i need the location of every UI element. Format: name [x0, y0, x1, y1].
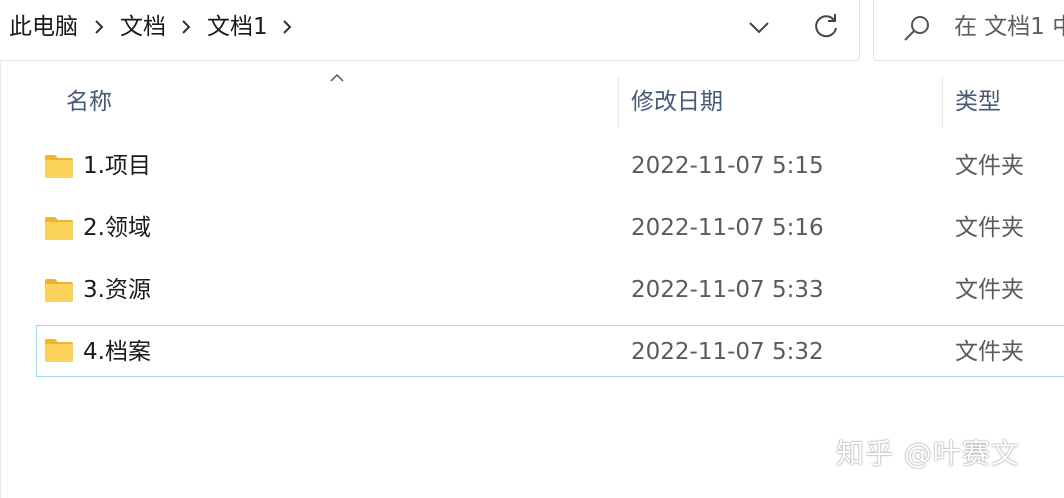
search-input[interactable]: 在 文档1 中 — [954, 12, 1064, 42]
file-row[interactable]: 2.领域 2022-11-07 5:16 文件夹 — [36, 203, 1064, 255]
chevron-down-icon[interactable] — [738, 6, 780, 48]
watermark: 知乎 @叶赛文 — [836, 437, 1020, 470]
chevron-right-icon[interactable] — [93, 20, 105, 34]
folder-icon — [45, 155, 73, 178]
file-type: 文件夹 — [955, 339, 1024, 365]
address-bar[interactable]: 此电脑 文档 文档1 — [0, 0, 860, 61]
sort-ascending-icon — [330, 73, 344, 82]
chevron-right-icon[interactable] — [180, 20, 192, 34]
breadcrumb-item-documents1[interactable]: 文档1 — [207, 12, 268, 42]
breadcrumb-item-documents[interactable]: 文档 — [120, 12, 166, 42]
search-box[interactable]: 在 文档1 中 — [873, 0, 1064, 61]
file-row-selected[interactable]: 4.档案 2022-11-07 5:32 文件夹 — [36, 325, 1064, 377]
chevron-right-icon[interactable] — [281, 20, 293, 34]
file-name: 2.领域 — [83, 215, 151, 241]
file-type: 文件夹 — [955, 153, 1024, 179]
file-date-modified: 2022-11-07 5:33 — [631, 277, 824, 303]
file-name: 4.档案 — [83, 339, 151, 365]
file-date-modified: 2022-11-07 5:32 — [631, 339, 824, 365]
file-type: 文件夹 — [955, 215, 1024, 241]
file-date-modified: 2022-11-07 5:15 — [631, 153, 824, 179]
file-row[interactable]: 3.资源 2022-11-07 5:33 文件夹 — [36, 265, 1064, 317]
search-icon — [904, 16, 929, 41]
folder-icon — [45, 339, 73, 362]
column-divider[interactable] — [618, 76, 619, 128]
breadcrumb-item-this-pc[interactable]: 此电脑 — [9, 12, 78, 42]
file-explorer-window: 此电脑 文档 文档1 在 文档1 中 名称 修改日期 类型 1.项目 2022-… — [0, 0, 1064, 498]
column-header-name[interactable]: 名称 — [66, 86, 112, 118]
file-name: 3.资源 — [83, 277, 151, 303]
refresh-icon[interactable] — [804, 6, 848, 48]
column-header-type[interactable]: 类型 — [955, 86, 1001, 118]
column-divider[interactable] — [942, 76, 943, 128]
folder-icon — [45, 279, 73, 302]
file-row[interactable]: 1.项目 2022-11-07 5:15 文件夹 — [36, 141, 1064, 193]
pane-border — [0, 62, 5, 498]
folder-icon — [45, 217, 73, 240]
file-type: 文件夹 — [955, 277, 1024, 303]
file-date-modified: 2022-11-07 5:16 — [631, 215, 824, 241]
file-name: 1.项目 — [83, 153, 151, 179]
column-header-date-modified[interactable]: 修改日期 — [631, 86, 723, 118]
